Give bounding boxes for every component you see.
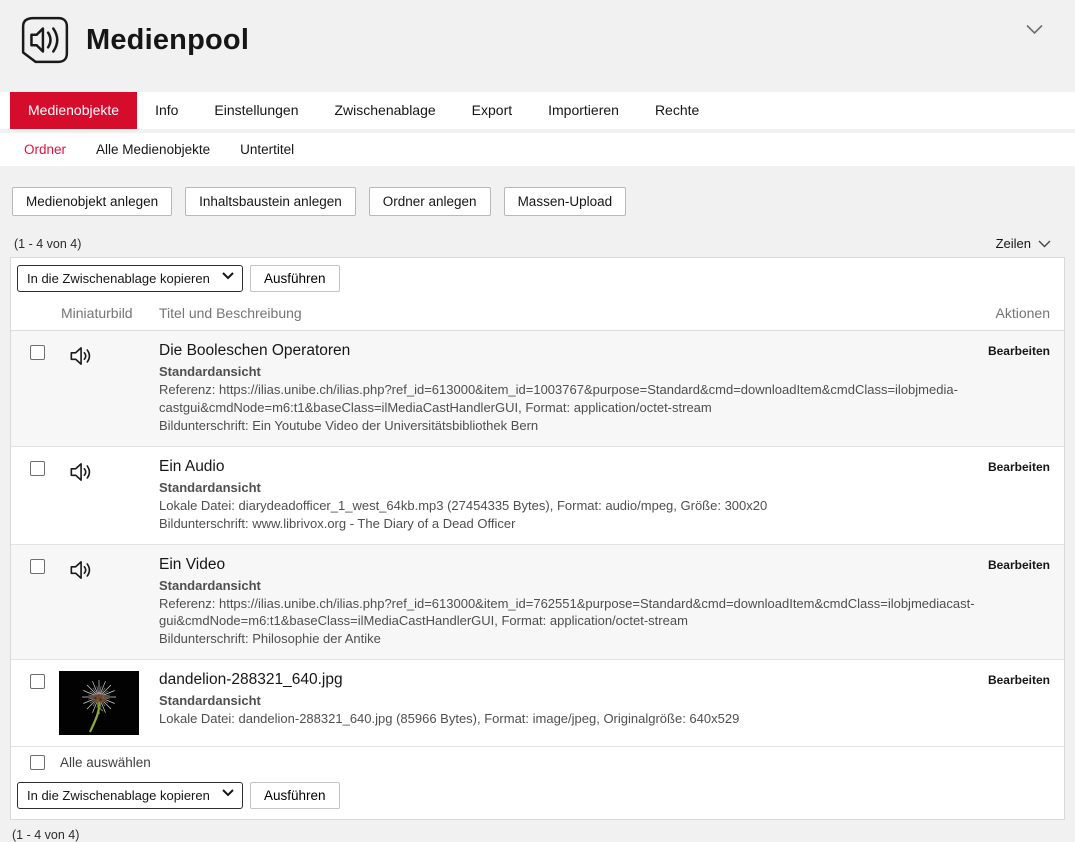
tab-bar: Medienobjekte Info Einstellungen Zwische… xyxy=(0,92,1075,129)
bulk-action-controls-top: In die Zwischenablage kopieren Ausführen xyxy=(11,258,1064,299)
subtab-alle-medienobjekte[interactable]: Alle Medienobjekte xyxy=(96,142,210,157)
table-row: Ein Video Standardansicht Referenz: http… xyxy=(11,545,1064,661)
row-checkbox[interactable] xyxy=(30,345,45,360)
edit-link[interactable]: Bearbeiten xyxy=(988,344,1050,358)
result-range-bottom: (1 - 4 von 4) xyxy=(12,828,1075,842)
create-media-object-button[interactable]: Medienobjekt anlegen xyxy=(12,187,172,216)
audio-speaker-icon xyxy=(67,459,159,533)
media-object-view: Standardansicht xyxy=(159,363,1050,381)
tab-einstellungen[interactable]: Einstellungen xyxy=(196,92,316,129)
table-row: dandelion-288321_640.jpg Standardansicht… xyxy=(11,660,1064,747)
page-header: Medienpool xyxy=(0,0,1075,74)
select-all-row: Alle auswählen xyxy=(11,747,1064,778)
audio-speaker-icon xyxy=(67,557,159,649)
create-folder-button[interactable]: Ordner anlegen xyxy=(369,187,491,216)
row-checkbox[interactable] xyxy=(30,674,45,689)
create-content-snippet-button[interactable]: Inhaltsbaustein anlegen xyxy=(185,187,356,216)
tab-zwischenablage[interactable]: Zwischenablage xyxy=(316,92,453,129)
bulk-action-controls-bottom: In die Zwischenablage kopieren Ausführen xyxy=(11,778,1064,819)
column-header-thumbnail: Miniaturbild xyxy=(61,305,159,321)
select-all-checkbox[interactable] xyxy=(30,755,45,770)
row-checkbox[interactable] xyxy=(30,559,45,574)
table-meta-row: (1 - 4 von 4) Zeilen xyxy=(14,236,1051,251)
media-object-local-file: Lokale Datei: dandelion-288321_640.jpg (… xyxy=(159,710,1050,728)
result-range-top: (1 - 4 von 4) xyxy=(14,237,81,251)
media-object-title[interactable]: dandelion-288321_640.jpg xyxy=(159,671,1050,689)
rows-dropdown-label: Zeilen xyxy=(996,236,1031,251)
execute-button-bottom[interactable]: Ausführen xyxy=(250,782,340,809)
bulk-upload-button[interactable]: Massen-Upload xyxy=(504,187,627,216)
media-object-caption: Bildunterschrift: Philosophie der Antike xyxy=(159,630,1050,648)
row-checkbox[interactable] xyxy=(30,461,45,476)
table-header-row: Miniaturbild Titel und Beschreibung Akti… xyxy=(11,299,1064,331)
media-object-caption: Bildunterschrift: www.librivox.org - The… xyxy=(159,515,1050,533)
chevron-down-icon[interactable] xyxy=(1026,24,1043,35)
media-object-view: Standardansicht xyxy=(159,692,1050,710)
execute-button-top[interactable]: Ausführen xyxy=(250,265,340,292)
tab-export[interactable]: Export xyxy=(454,92,530,129)
tab-medienobjekte[interactable]: Medienobjekte xyxy=(10,92,137,129)
tab-rechte[interactable]: Rechte xyxy=(637,92,717,129)
media-object-title[interactable]: Die Booleschen Operatoren xyxy=(159,342,1050,360)
media-objects-table: In die Zwischenablage kopieren Ausführen… xyxy=(10,257,1065,820)
dandelion-thumbnail-image xyxy=(55,671,159,735)
toolbar: Medienobjekt anlegen Inhaltsbaustein anl… xyxy=(12,187,1075,216)
media-object-title[interactable]: Ein Video xyxy=(159,556,1050,574)
media-object-reference: Referenz: https://ilias.unibe.ch/ilias.p… xyxy=(159,381,1050,417)
media-object-view: Standardansicht xyxy=(159,479,1050,497)
edit-link[interactable]: Bearbeiten xyxy=(988,673,1050,687)
media-object-caption: Bildunterschrift: Ein Youtube Video der … xyxy=(159,417,1050,435)
select-all-label: Alle auswählen xyxy=(60,755,151,770)
subtab-ordner[interactable]: Ordner xyxy=(24,142,66,157)
page-title: Medienpool xyxy=(86,24,249,57)
audio-speaker-icon xyxy=(67,343,159,435)
media-object-local-file: Lokale Datei: diarydeadofficer_1_west_64… xyxy=(159,497,1050,515)
rows-dropdown[interactable]: Zeilen xyxy=(996,236,1051,251)
media-object-view: Standardansicht xyxy=(159,577,1050,595)
chevron-down-icon xyxy=(1038,240,1051,248)
subtab-untertitel[interactable]: Untertitel xyxy=(240,142,294,157)
column-header-title-description: Titel und Beschreibung xyxy=(159,305,960,321)
table-row: Ein Audio Standardansicht Lokale Datei: … xyxy=(11,447,1064,545)
mediapool-icon xyxy=(20,15,70,65)
bulk-action-select-top[interactable]: In die Zwischenablage kopieren xyxy=(17,265,243,292)
column-header-actions: Aktionen xyxy=(960,305,1050,321)
edit-link[interactable]: Bearbeiten xyxy=(988,558,1050,572)
media-object-title[interactable]: Ein Audio xyxy=(159,458,1050,476)
media-object-reference: Referenz: https://ilias.unibe.ch/ilias.p… xyxy=(159,595,1050,631)
edit-link[interactable]: Bearbeiten xyxy=(988,460,1050,474)
tab-importieren[interactable]: Importieren xyxy=(530,92,637,129)
table-row: Die Booleschen Operatoren Standardansich… xyxy=(11,331,1064,447)
subtab-bar: Ordner Alle Medienobjekte Untertitel xyxy=(0,133,1075,166)
bulk-action-select-bottom[interactable]: In die Zwischenablage kopieren xyxy=(17,782,243,809)
tab-info[interactable]: Info xyxy=(137,92,196,129)
